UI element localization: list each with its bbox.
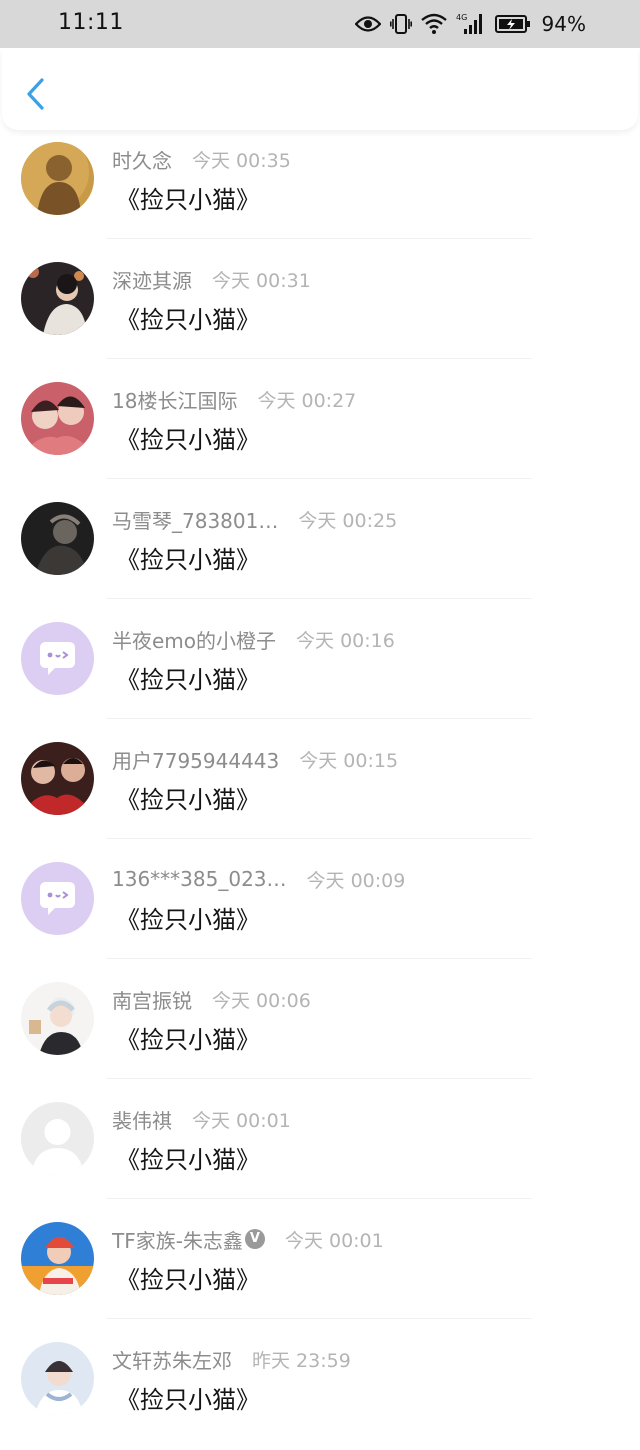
- list-item[interactable]: 用户7795944443 今天 00:15 《捡只小猫》: [0, 730, 640, 850]
- timestamp: 昨天 23:59: [252, 1349, 351, 1372]
- timestamp: 今天 00:27: [257, 389, 357, 412]
- comment-meta: 文轩苏朱左邓 昨天 23:59: [112, 1344, 351, 1374]
- username[interactable]: 时久念: [112, 145, 172, 174]
- signal-icon: 4G: [456, 13, 482, 34]
- divider: [106, 478, 532, 479]
- timestamp: 今天 00:16: [296, 629, 395, 652]
- divider: [106, 238, 532, 239]
- avatar[interactable]: [21, 622, 94, 695]
- timestamp: 今天 00:15: [299, 749, 399, 772]
- timestamp: 今天 00:31: [212, 269, 311, 292]
- eye-icon: [354, 16, 381, 32]
- list-item[interactable]: 南宫振锐 今天 00:06 《捡只小猫》: [0, 970, 640, 1090]
- comment-text: 《捡只小猫》: [116, 1386, 260, 1414]
- vibrate-icon: [389, 14, 412, 34]
- list-item[interactable]: 深迹其源 今天 00:31 《捡只小猫》: [0, 250, 640, 370]
- avatar[interactable]: [21, 262, 94, 335]
- comment-meta: 裴伟祺 今天 00:01: [112, 1104, 291, 1134]
- comment-text: 《捡只小猫》: [116, 906, 260, 934]
- comment-text: 《捡只小猫》: [116, 306, 260, 334]
- timestamp: 今天 00:25: [298, 509, 398, 532]
- list-item[interactable]: 半夜emo的小橙子 今天 00:16 《捡只小猫》: [0, 610, 640, 730]
- avatar[interactable]: [21, 1222, 94, 1295]
- comment-meta: 马雪琴_783801… 今天 00:25: [112, 504, 397, 534]
- divider: [106, 598, 532, 599]
- timestamp: 今天 00:01: [192, 1109, 291, 1132]
- list-item[interactable]: 18楼长江国际 今天 00:27 《捡只小猫》: [0, 370, 640, 490]
- battery-icon: [494, 15, 530, 33]
- divider: [106, 1318, 532, 1319]
- battery-percent: 94%: [541, 12, 586, 36]
- username[interactable]: 136***385_023…: [112, 867, 287, 891]
- username[interactable]: TF家族-朱志鑫: [112, 1225, 243, 1254]
- username[interactable]: 南宫振锐: [112, 985, 192, 1014]
- list-item[interactable]: 裴伟祺 今天 00:01 《捡只小猫》: [0, 1090, 640, 1210]
- list-item[interactable]: 136***385_023… 今天 00:09 《捡只小猫》: [0, 850, 640, 970]
- avatar[interactable]: [21, 862, 94, 935]
- avatar[interactable]: [21, 142, 94, 215]
- username[interactable]: 18楼长江国际: [112, 385, 237, 414]
- list-item[interactable]: TF家族-朱志鑫 V 今天 00:01 《捡只小猫》: [0, 1210, 640, 1330]
- comment-text: 《捡只小猫》: [116, 786, 260, 814]
- divider: [106, 838, 532, 839]
- comment-meta: 南宫振锐 今天 00:06: [112, 984, 311, 1014]
- verified-badge-icon: V: [244, 1229, 265, 1249]
- status-icons: 4G 94%: [354, 10, 586, 38]
- timestamp: 今天 00:35: [192, 149, 291, 172]
- comment-meta: 半夜emo的小橙子 今天 00:16: [112, 624, 395, 654]
- avatar[interactable]: [21, 742, 94, 815]
- timestamp: 今天 00:09: [306, 869, 406, 892]
- comment-text: 《捡只小猫》: [116, 426, 260, 454]
- avatar[interactable]: [21, 1102, 94, 1175]
- divider: [106, 718, 532, 719]
- avatar[interactable]: [21, 502, 94, 575]
- comment-text: 《捡只小猫》: [116, 546, 260, 574]
- comment-text: 《捡只小猫》: [116, 186, 260, 214]
- comment-meta: 18楼长江国际 今天 00:27: [112, 384, 356, 414]
- timestamp: 今天 00:01: [284, 1229, 384, 1252]
- username[interactable]: 深迹其源: [112, 265, 192, 294]
- header: [2, 48, 638, 130]
- divider: [106, 1198, 532, 1199]
- status-bar: 11:11 4G 94%: [0, 0, 640, 48]
- comment-text: 《捡只小猫》: [116, 1026, 260, 1054]
- divider: [106, 958, 532, 959]
- username[interactable]: 裴伟祺: [112, 1105, 172, 1134]
- username[interactable]: 用户7795944443: [112, 745, 279, 774]
- list-item[interactable]: 时久念 今天 00:35 《捡只小猫》: [0, 130, 640, 250]
- avatar[interactable]: [21, 982, 94, 1055]
- list-item[interactable]: 马雪琴_783801… 今天 00:25 《捡只小猫》: [0, 490, 640, 610]
- network-type: 4G: [456, 13, 467, 22]
- username[interactable]: 文轩苏朱左邓: [112, 1345, 232, 1374]
- username[interactable]: 半夜emo的小橙子: [112, 625, 276, 654]
- list-item[interactable]: 文轩苏朱左邓 昨天 23:59 《捡只小猫》: [0, 1330, 640, 1450]
- avatar[interactable]: [21, 1342, 94, 1415]
- divider: [106, 1078, 532, 1079]
- comment-meta: 时久念 今天 00:35: [112, 144, 291, 174]
- comment-text: 《捡只小猫》: [116, 1146, 260, 1174]
- comment-meta: 136***385_023… 今天 00:09: [112, 864, 405, 894]
- comment-meta: 深迹其源 今天 00:31: [112, 264, 311, 294]
- comment-meta: TF家族-朱志鑫 V 今天 00:01: [112, 1224, 384, 1254]
- chevron-left-icon[interactable]: [22, 76, 50, 112]
- comment-text: 《捡只小猫》: [116, 666, 260, 694]
- comment-meta: 用户7795944443 今天 00:15: [112, 744, 398, 774]
- divider: [106, 358, 532, 359]
- avatar[interactable]: [21, 382, 94, 455]
- timestamp: 今天 00:06: [212, 989, 311, 1012]
- comment-text: 《捡只小猫》: [116, 1266, 260, 1294]
- username[interactable]: 马雪琴_783801…: [112, 505, 278, 534]
- wifi-icon: [420, 13, 447, 34]
- status-time: 11:11: [58, 10, 124, 35]
